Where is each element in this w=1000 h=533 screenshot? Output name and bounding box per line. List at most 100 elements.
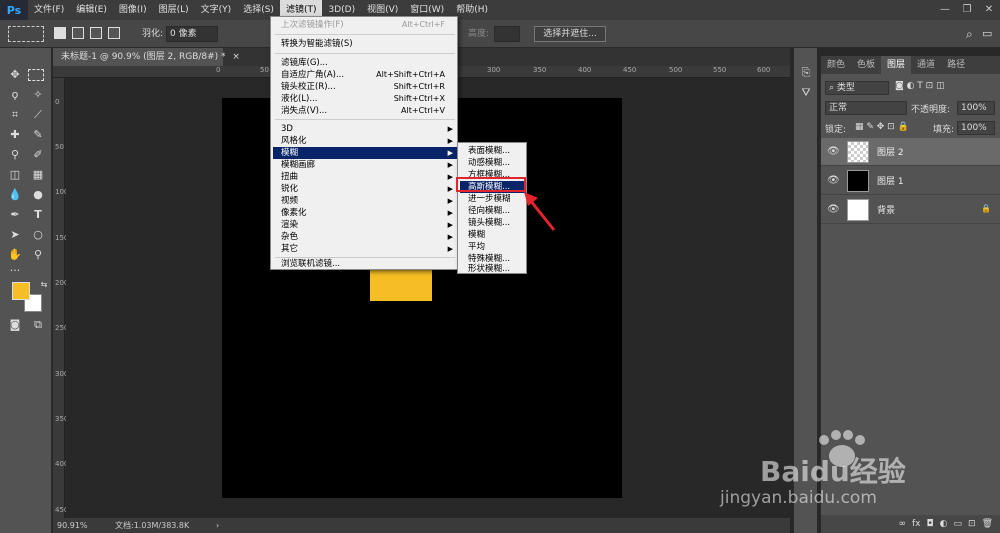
- document-tab[interactable]: 未标题-1 @ 90.9% (图层 2, RGB/8#) * ×: [53, 48, 240, 66]
- visibility-eye-icon[interactable]: 👁: [827, 146, 840, 157]
- marquee-tool-icon[interactable]: [28, 69, 44, 81]
- ellipse-tool-icon[interactable]: ○: [28, 226, 48, 244]
- close-tab-icon[interactable]: ×: [232, 52, 240, 62]
- submenu-item-surface-blur[interactable]: 表面模糊...: [468, 145, 526, 157]
- layer-row-background[interactable]: 👁 背景 🔒: [821, 196, 1000, 224]
- menu-layer[interactable]: 图层(L): [153, 0, 195, 20]
- filter-type-icons[interactable]: ◙ ◐ T ⊡ ◫: [895, 81, 995, 97]
- restore-icon[interactable]: ❐: [956, 0, 978, 20]
- menu-item-convert-smart-filter[interactable]: 转换为智能滤镜(S): [281, 38, 457, 50]
- tab-layers[interactable]: 图层: [881, 56, 912, 74]
- menu-item-adaptive-wide-angle[interactable]: 自适应广角(A)... Alt+Shift+Ctrl+A: [281, 69, 457, 81]
- menu-image[interactable]: 图像(I): [113, 0, 153, 20]
- tab-channels[interactable]: 通道: [911, 56, 941, 74]
- add-selection-icon[interactable]: [72, 27, 84, 39]
- fill-input[interactable]: 100%: [957, 121, 995, 135]
- zoom-level[interactable]: 90.91%: [57, 518, 88, 533]
- layer-name[interactable]: 图层 1: [877, 174, 904, 187]
- visibility-eye-icon[interactable]: 👁: [827, 204, 840, 215]
- lasso-tool-icon[interactable]: ϙ: [5, 86, 25, 104]
- eyedropper-tool-icon[interactable]: ⟋: [28, 106, 48, 124]
- link-layers-icon[interactable]: ∞: [899, 519, 907, 529]
- submenu-item-motion-blur[interactable]: 动感模糊...: [468, 157, 526, 169]
- type-tool-icon[interactable]: T: [28, 206, 48, 224]
- blur-tool-icon[interactable]: 💧: [5, 186, 25, 204]
- swap-colors-icon[interactable]: ⇆: [34, 276, 54, 294]
- search-icon[interactable]: ⌕: [966, 26, 973, 42]
- menu-item-render[interactable]: 渲染 ▶: [281, 219, 457, 231]
- adjustment-layer-icon[interactable]: ◐: [940, 519, 948, 529]
- menu-type[interactable]: 文字(Y): [195, 0, 238, 20]
- new-group-icon[interactable]: ▭: [954, 519, 963, 529]
- path-selection-tool-icon[interactable]: ➤: [5, 226, 25, 244]
- menu-item-3d[interactable]: 3D ▶: [281, 123, 457, 135]
- layer-row-layer1[interactable]: 👁 图层 1: [821, 167, 1000, 195]
- menu-item-sharpen[interactable]: 锐化 ▶: [281, 183, 457, 195]
- healing-brush-tool-icon[interactable]: ✚: [5, 126, 25, 144]
- menu-item-distort[interactable]: 扭曲 ▶: [281, 171, 457, 183]
- clone-stamp-tool-icon[interactable]: ⚲: [5, 146, 25, 164]
- history-brush-tool-icon[interactable]: ✐: [28, 146, 48, 164]
- intersect-selection-icon[interactable]: [108, 27, 120, 39]
- properties-panel-icon[interactable]: ⛛: [796, 84, 816, 102]
- layer-name[interactable]: 背景: [877, 203, 895, 216]
- eraser-tool-icon[interactable]: ◫: [5, 166, 25, 184]
- subtract-selection-icon[interactable]: [90, 27, 102, 39]
- submenu-item-radial-blur[interactable]: 径向模糊...: [468, 205, 526, 217]
- delete-layer-icon[interactable]: 🗑: [982, 519, 993, 529]
- submenu-item-blur-more[interactable]: 进一步模糊: [468, 193, 526, 205]
- menu-item-blur-gallery[interactable]: 模糊画廊 ▶: [281, 159, 457, 171]
- magic-wand-tool-icon[interactable]: ✧: [28, 86, 48, 104]
- zoom-tool-icon[interactable]: ⚲: [28, 246, 48, 264]
- visibility-eye-icon[interactable]: 👁: [827, 175, 840, 186]
- history-panel-icon[interactable]: ⎘: [796, 64, 816, 82]
- lock-icons[interactable]: ▦ ✎ ✥ ⊡ 🔒: [855, 122, 925, 138]
- pen-tool-icon[interactable]: ✒: [5, 206, 25, 224]
- feather-input[interactable]: 0 像素: [166, 26, 218, 42]
- submenu-item-average[interactable]: 平均: [468, 241, 526, 253]
- close-icon[interactable]: ✕: [978, 0, 1000, 20]
- workspace-icon[interactable]: ▭: [982, 26, 992, 42]
- dodge-tool-icon[interactable]: ●: [28, 186, 48, 204]
- menu-item-filter-gallery[interactable]: 滤镜库(G)...: [281, 57, 457, 69]
- move-tool-icon[interactable]: ✥: [5, 66, 25, 84]
- brush-tool-icon[interactable]: ✎: [28, 126, 48, 144]
- blend-mode-select[interactable]: 正常: [825, 101, 907, 115]
- minimize-icon[interactable]: —: [934, 0, 956, 20]
- submenu-item-shape-blur[interactable]: 形状模糊...: [468, 263, 526, 275]
- menu-item-browse-online[interactable]: 浏览联机滤镜...: [281, 258, 457, 270]
- menu-item-stylize[interactable]: 风格化 ▶: [281, 135, 457, 147]
- new-selection-icon[interactable]: [54, 27, 66, 39]
- menu-item-video[interactable]: 视频 ▶: [281, 195, 457, 207]
- layer-row-layer2[interactable]: 👁 图层 2: [821, 138, 1000, 166]
- quick-mask-icon[interactable]: ◙: [5, 316, 25, 334]
- menu-item-blur[interactable]: 模糊 ▶: [273, 147, 457, 159]
- screen-mode-icon[interactable]: ⧉: [28, 316, 48, 334]
- menu-item-lens-correction[interactable]: 镜头校正(R)... Shift+Ctrl+R: [281, 81, 457, 93]
- foreground-color-swatch-front[interactable]: [12, 282, 30, 300]
- new-layer-icon[interactable]: ⊡: [968, 519, 976, 529]
- height-input[interactable]: [494, 26, 520, 42]
- menu-item-vanishing-point[interactable]: 消失点(V)... Alt+Ctrl+V: [281, 105, 457, 117]
- layer-style-icon[interactable]: fx: [912, 519, 921, 529]
- menu-edit[interactable]: 编辑(E): [70, 0, 113, 20]
- menu-item-noise[interactable]: 杂色 ▶: [281, 231, 457, 243]
- yellow-rectangle-layer[interactable]: [370, 270, 432, 301]
- menu-item-other[interactable]: 其它 ▶: [281, 243, 457, 255]
- menu-item-liquify[interactable]: 液化(L)... Shift+Ctrl+X: [281, 93, 457, 105]
- more-tools-icon[interactable]: ···: [5, 262, 25, 280]
- tab-color[interactable]: 颜色: [821, 56, 851, 74]
- status-menu-arrow-icon[interactable]: ›: [216, 518, 219, 533]
- menu-item-pixelate[interactable]: 像素化 ▶: [281, 207, 457, 219]
- layer-name[interactable]: 图层 2: [877, 145, 904, 158]
- submenu-item-lens-blur[interactable]: 镜头模糊...: [468, 217, 526, 229]
- opacity-input[interactable]: 100%: [957, 101, 995, 115]
- layer-kind-filter[interactable]: ⌕ 类型: [825, 81, 889, 95]
- menu-file[interactable]: 文件(F): [28, 0, 70, 20]
- crop-tool-icon[interactable]: ⌗: [5, 106, 25, 124]
- tab-swatches[interactable]: 色板: [851, 56, 881, 74]
- tab-paths[interactable]: 路径: [941, 56, 971, 74]
- marquee-preset-icon[interactable]: [8, 26, 44, 42]
- add-mask-icon[interactable]: ◘: [927, 519, 934, 529]
- submenu-item-blur[interactable]: 模糊: [468, 229, 526, 241]
